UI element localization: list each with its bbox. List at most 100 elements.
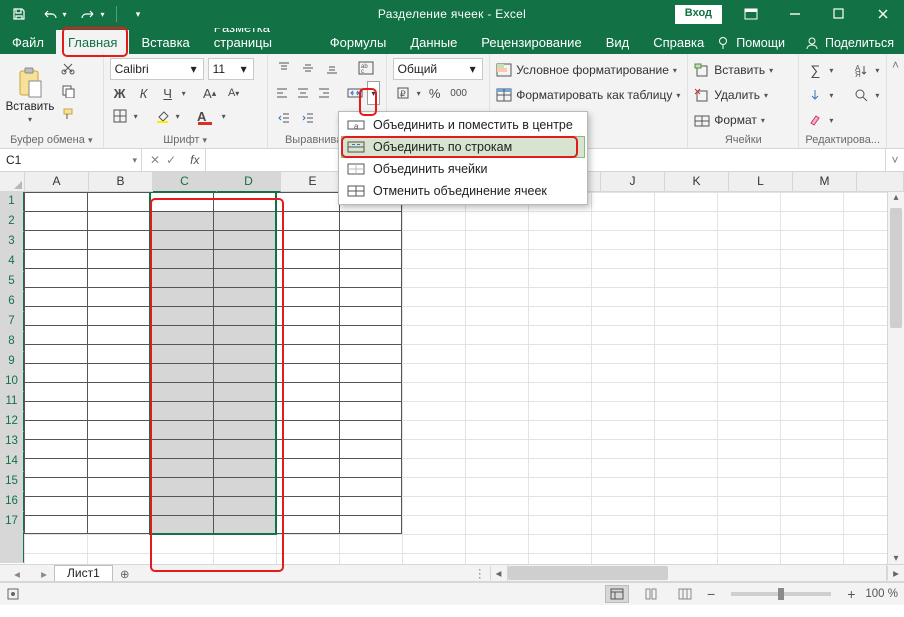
col-header[interactable]: B: [89, 172, 153, 192]
fill-icon[interactable]: [805, 85, 825, 105]
view-page-break-icon[interactable]: [673, 585, 697, 603]
decrease-indent-icon[interactable]: [274, 108, 294, 128]
col-header[interactable]: A: [25, 172, 89, 192]
row-header[interactable]: [0, 532, 24, 563]
row-header[interactable]: 7: [0, 312, 24, 332]
fill-color-icon[interactable]: [152, 106, 172, 126]
number-format-combo[interactable]: Общий▾: [393, 58, 483, 80]
col-header[interactable]: K: [665, 172, 729, 192]
menu-unmerge-cells[interactable]: Отменить объединение ячеек: [341, 180, 585, 202]
merge-center-icon[interactable]: [346, 83, 363, 103]
share-icon[interactable]: [805, 36, 819, 50]
fx-icon[interactable]: fx: [184, 153, 205, 167]
menu-merge-center[interactable]: a Объединить и поместить в центре: [341, 114, 585, 136]
sort-filter-icon[interactable]: AЯ: [851, 60, 871, 80]
enter-formula-icon[interactable]: ✓: [166, 153, 176, 167]
row-header[interactable]: 12: [0, 412, 24, 432]
tellme-label[interactable]: Помощи: [736, 36, 785, 50]
underline-button[interactable]: Ч: [158, 83, 178, 103]
tab-data[interactable]: Данные: [398, 30, 469, 54]
sheet-tab[interactable]: Лист1: [54, 565, 113, 581]
row-header[interactable]: 16: [0, 492, 24, 512]
row-header[interactable]: 1: [0, 192, 24, 212]
copy-icon[interactable]: [58, 81, 78, 101]
autosum-icon[interactable]: ∑: [805, 60, 825, 80]
comma-icon[interactable]: 000: [449, 83, 469, 103]
horizontal-scrollbar[interactable]: ⋮ ◂ ▸: [474, 565, 904, 581]
find-select-icon[interactable]: [851, 85, 871, 105]
row-header[interactable]: 10: [0, 372, 24, 392]
tab-insert[interactable]: Вставка: [129, 30, 201, 54]
borders-icon[interactable]: [110, 106, 130, 126]
row-header[interactable]: 5: [0, 272, 24, 292]
col-header[interactable]: E: [281, 172, 345, 192]
row-header[interactable]: 14: [0, 452, 24, 472]
vertical-scrollbar[interactable]: ▴ ▾: [887, 192, 904, 564]
name-box[interactable]: C1 ▾: [0, 149, 142, 171]
login-button[interactable]: Вход: [675, 5, 722, 24]
col-header[interactable]: L: [729, 172, 793, 192]
redo-icon[interactable]: ▾: [76, 3, 106, 25]
new-sheet-button[interactable]: ⊕: [113, 567, 137, 581]
decrease-font-icon[interactable]: A▾: [224, 83, 244, 103]
save-icon[interactable]: [8, 3, 30, 25]
maximize-icon[interactable]: [824, 0, 854, 28]
sheet-nav-prev-icon[interactable]: ◂: [0, 567, 34, 581]
increase-indent-icon[interactable]: [298, 108, 318, 128]
row-header[interactable]: 2: [0, 212, 24, 232]
cut-icon[interactable]: [58, 58, 78, 78]
format-cells-button[interactable]: Формат ▾: [694, 110, 792, 130]
bold-button[interactable]: Ж: [110, 83, 130, 103]
align-left-icon[interactable]: [274, 83, 291, 103]
minimize-icon[interactable]: [780, 0, 810, 28]
sheet-nav-next-icon[interactable]: ▸: [34, 567, 54, 581]
italic-button[interactable]: К: [134, 83, 154, 103]
increase-font-icon[interactable]: A▴: [200, 83, 220, 103]
tab-formulas[interactable]: Формулы: [318, 30, 399, 54]
merge-dropdown-button[interactable]: ▾: [367, 81, 379, 105]
align-center-icon[interactable]: [295, 83, 312, 103]
share-label[interactable]: Поделиться: [825, 36, 894, 50]
col-header[interactable]: C: [153, 172, 217, 192]
cancel-formula-icon[interactable]: ✕: [150, 153, 160, 167]
col-header[interactable]: D: [217, 172, 281, 192]
view-normal-icon[interactable]: [605, 585, 629, 603]
paste-button[interactable]: Вставить ▾: [6, 58, 54, 124]
undo-icon[interactable]: ▾: [38, 3, 68, 25]
format-as-table-button[interactable]: Форматировать как таблицу▾: [496, 85, 681, 105]
menu-merge-across[interactable]: Объединить по строкам: [341, 136, 585, 158]
zoom-level[interactable]: 100 %: [865, 588, 898, 600]
col-header[interactable]: J: [601, 172, 665, 192]
conditional-formatting-button[interactable]: Условное форматирование▾: [496, 60, 681, 80]
format-painter-icon[interactable]: [58, 104, 78, 124]
zoom-out-button[interactable]: −: [707, 586, 715, 602]
tab-home[interactable]: Главная: [56, 30, 129, 54]
menu-merge-cells[interactable]: Объединить ячейки: [341, 158, 585, 180]
font-name-combo[interactable]: Calibri▾: [110, 58, 204, 80]
font-size-combo[interactable]: 11▾: [208, 58, 254, 80]
qat-customize-icon[interactable]: ▾: [127, 3, 149, 25]
row-header[interactable]: 3: [0, 232, 24, 252]
tab-review[interactable]: Рецензирование: [469, 30, 593, 54]
collapse-ribbon-icon[interactable]: ˄: [887, 54, 904, 148]
view-page-layout-icon[interactable]: [639, 585, 663, 603]
row-header[interactable]: 4: [0, 252, 24, 272]
zoom-slider[interactable]: [731, 592, 831, 596]
record-macro-icon[interactable]: [6, 587, 20, 601]
align-middle-icon[interactable]: [298, 58, 318, 78]
tellme-icon[interactable]: [716, 36, 730, 50]
zoom-in-button[interactable]: +: [847, 586, 855, 602]
row-header[interactable]: 13: [0, 432, 24, 452]
row-header[interactable]: 15: [0, 472, 24, 492]
row-header[interactable]: 11: [0, 392, 24, 412]
tab-file[interactable]: Файл: [0, 30, 56, 54]
wrap-text-icon[interactable]: abc: [356, 58, 376, 78]
insert-cells-button[interactable]: Вставить ▾: [694, 60, 792, 80]
align-top-icon[interactable]: [274, 58, 294, 78]
percent-icon[interactable]: %: [425, 83, 445, 103]
tab-view[interactable]: Вид: [594, 30, 642, 54]
close-icon[interactable]: [868, 0, 898, 28]
align-right-icon[interactable]: [316, 83, 333, 103]
col-header[interactable]: M: [793, 172, 857, 192]
cells-area[interactable]: ▴ ▾: [24, 192, 904, 564]
